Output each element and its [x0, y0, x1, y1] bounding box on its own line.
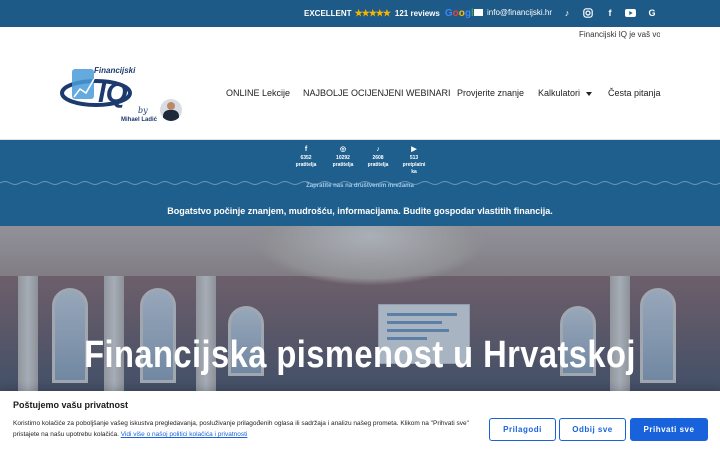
instagram-icon: ◎ — [339, 146, 347, 153]
logo-by: by — [138, 106, 148, 115]
rating-label: EXCELLENT — [304, 9, 352, 18]
logo-author: Mihael Ladić — [121, 117, 158, 123]
author-avatar — [160, 99, 182, 121]
nav-kalkulatori-label: Kalkulatori — [538, 88, 581, 98]
stat-facebook[interactable]: f 6352 pratitelja — [291, 146, 321, 169]
site-logo[interactable]: IQ Financijski by Mihael Ladić — [58, 63, 184, 127]
news-ticker: Financijski IQ je vaš vodič — [579, 30, 660, 39]
cookie-text: Koristimo kolačiće za poboljšanje vašeg … — [13, 420, 469, 438]
site-header: Financijski IQ je vaš vodič IQ Financijs… — [0, 27, 720, 140]
accept-all-button[interactable]: Prihvati sve — [630, 418, 708, 441]
stat-youtube[interactable]: ▶ 513 pretplatni ka — [399, 146, 429, 176]
instagram-icon[interactable] — [581, 6, 595, 20]
social-stats-band: f 6352 pratitelja ◎ 10292 pratitelja ♪ 260… — [0, 140, 720, 226]
reject-all-button[interactable]: Odbij sve — [559, 418, 626, 441]
tiktok-icon: ♪ — [376, 146, 380, 153]
email-text: info@financijski.hr — [487, 8, 553, 17]
nav-cesta-pitanja[interactable]: Česta pitanja — [608, 88, 661, 98]
youtube-icon: ▶ — [411, 146, 417, 153]
google-rating[interactable]: EXCELLENT ★★★★★ 121 reviews Google — [304, 8, 479, 19]
follow-us-text: Zapratite nas na društvenim mrežama — [306, 183, 414, 189]
logo-iq: IQ — [98, 77, 128, 108]
reviews-count: 121 reviews — [394, 9, 440, 18]
stat-tiktok[interactable]: ♪ 2608 pratitelja — [363, 146, 393, 169]
facebook-icon: f — [304, 146, 308, 153]
customize-button[interactable]: Prilagodi — [489, 418, 556, 441]
chevron-down-icon — [586, 91, 593, 96]
nav-provjerite-znanje[interactable]: Provjerite znanje — [457, 88, 524, 98]
hero-title: Financijska pismenost u Hrvatskoj — [84, 334, 636, 376]
nav-kalkulatori[interactable]: Kalkulatori — [538, 88, 593, 98]
tagline: Bogatstvo počinje znanjem, mudrošću, inf… — [167, 206, 553, 216]
tiktok-icon[interactable]: ♪ — [560, 6, 574, 20]
email-link[interactable]: info@financijski.hr — [474, 8, 552, 17]
youtube-icon[interactable] — [623, 6, 637, 20]
facebook-icon[interactable]: f — [603, 6, 617, 20]
nav-online-lekcije[interactable]: ONLINE Lekcije — [226, 88, 290, 98]
rating-stars: ★★★★★ — [354, 8, 391, 18]
logo-brand: Financijski — [94, 66, 136, 75]
stat-instagram[interactable]: ◎ 10292 pratitelja — [328, 146, 358, 169]
top-bar: EXCELLENT ★★★★★ 121 reviews Google info@… — [0, 0, 720, 27]
mail-icon — [474, 9, 483, 16]
cookie-policy-link[interactable]: Vidi više o našoj politici kolačića i pr… — [121, 431, 248, 438]
google-icon[interactable]: G — [645, 6, 659, 20]
cookie-consent-bar: Poštujemo vašu privatnost Koristimo kola… — [0, 391, 720, 450]
cookie-title: Poštujemo vašu privatnost — [13, 400, 129, 410]
nav-webinari[interactable]: NAJBOLJE OCIJENJENI WEBINARI — [303, 88, 451, 98]
